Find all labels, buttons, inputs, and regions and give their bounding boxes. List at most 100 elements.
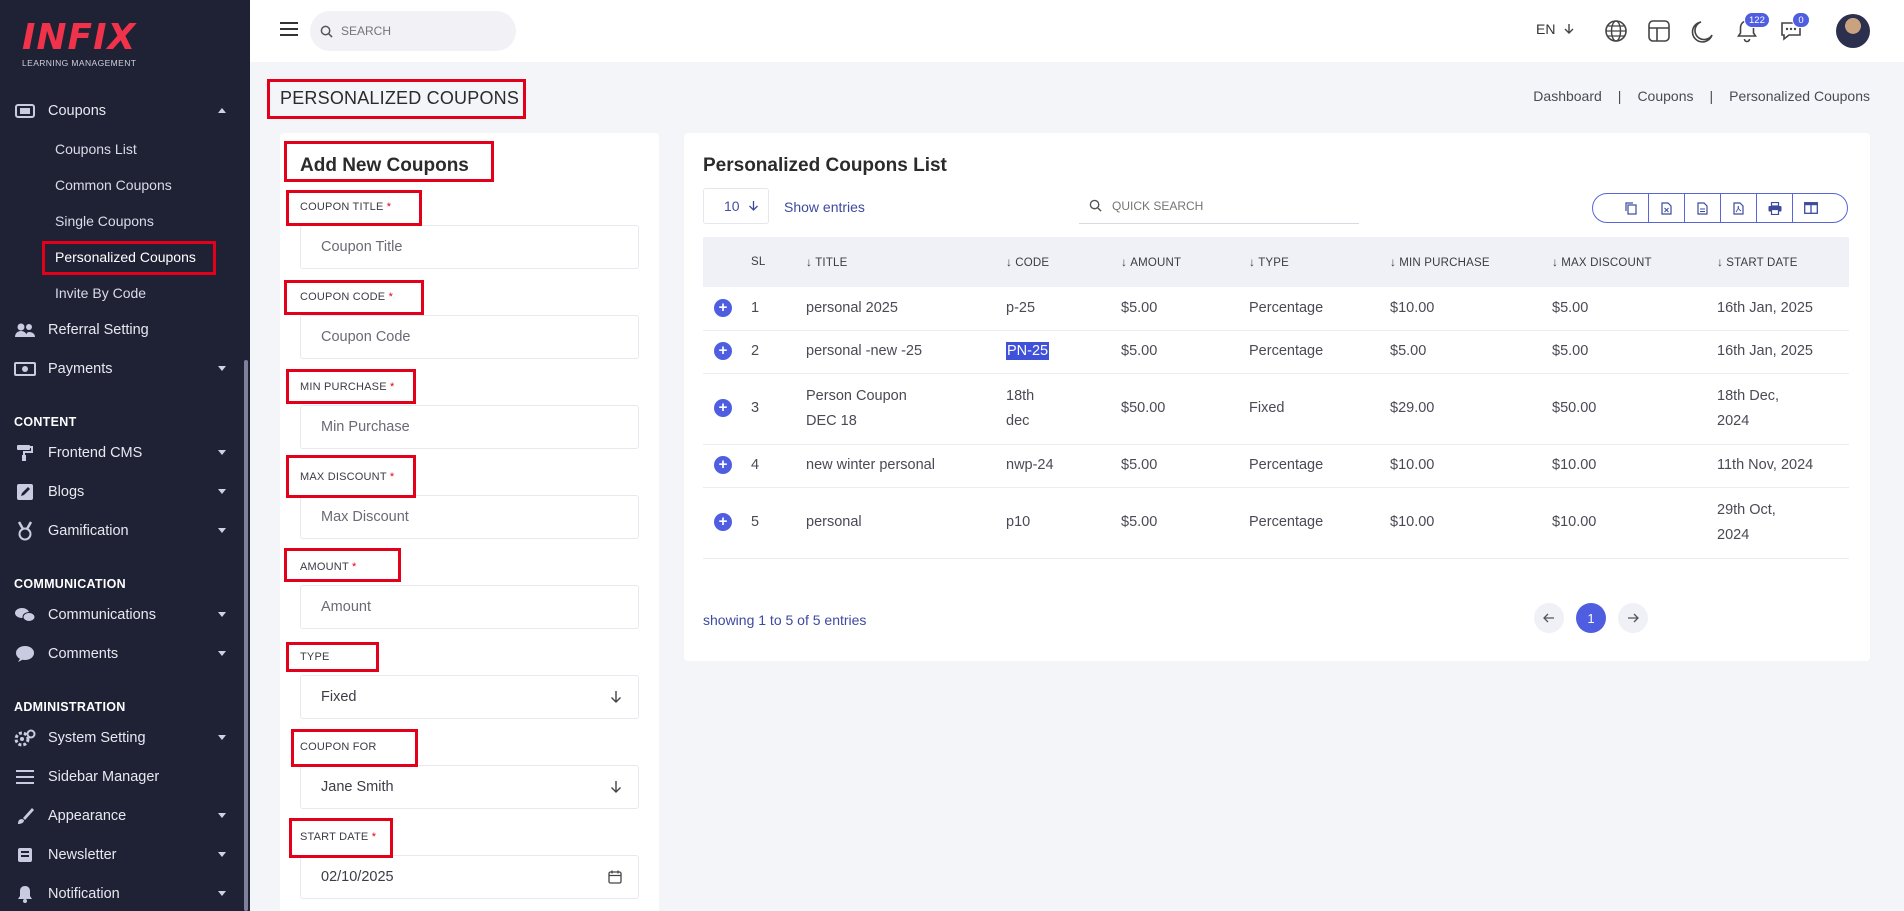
sidebar-subitem-common-coupons[interactable]: Common Coupons: [55, 174, 172, 196]
csv-button[interactable]: [1685, 194, 1721, 222]
sidebar-item-comments[interactable]: Comments: [14, 640, 234, 668]
cell-sl: 1: [751, 287, 806, 331]
coupon-title-field[interactable]: Coupon Title: [300, 225, 639, 269]
excel-button[interactable]: [1649, 194, 1685, 222]
expand-cell[interactable]: +: [703, 444, 751, 488]
chevron-down-icon: [218, 450, 226, 455]
page-button-current[interactable]: 1: [1576, 603, 1606, 633]
quick-search-input[interactable]: [1112, 198, 1312, 213]
column-header-title[interactable]: ↓ TITLE: [806, 237, 1006, 287]
chevron-down-icon: [218, 489, 226, 494]
sidebar-item-communications[interactable]: Communications: [14, 601, 234, 629]
copy-button[interactable]: [1613, 194, 1649, 222]
table-row: + 1 personal 2025 p-25 $5.00 Percentage …: [703, 287, 1849, 331]
sort-arrow-icon: ↓: [1552, 255, 1559, 269]
plus-icon[interactable]: +: [714, 456, 732, 474]
expand-cell[interactable]: +: [703, 373, 751, 445]
start-date-value: 02/10/2025: [321, 869, 394, 885]
next-page-button[interactable]: [1618, 603, 1648, 633]
sidebar-scrollbar[interactable]: [244, 360, 248, 911]
entries-per-page-select[interactable]: 10: [703, 188, 769, 224]
sidebar-item-newsletter[interactable]: Newsletter: [14, 841, 234, 869]
quick-search[interactable]: [1079, 188, 1359, 224]
sidebar-item-referral[interactable]: Referral Setting: [14, 316, 234, 344]
calendar-icon[interactable]: [608, 870, 622, 884]
sidebar-item-notification[interactable]: Notification: [14, 880, 234, 908]
expand-cell[interactable]: +: [703, 487, 751, 559]
cell-title: new winter personal: [806, 444, 1006, 488]
global-search[interactable]: [310, 11, 516, 51]
cell-min-purchase: $5.00: [1390, 330, 1552, 374]
sidebar-item-gamification[interactable]: Gamification: [14, 517, 234, 545]
max-discount-placeholder: Max Discount: [321, 509, 409, 525]
pdf-button[interactable]: [1721, 194, 1757, 222]
globe-icon[interactable]: [1603, 18, 1629, 44]
messages-badge: 0: [1792, 12, 1810, 28]
prev-page-button[interactable]: [1534, 603, 1564, 633]
sidebar-item-blogs[interactable]: Blogs: [14, 478, 234, 506]
breadcrumb-dashboard[interactable]: Dashboard: [1533, 88, 1602, 104]
breadcrumb-current: Personalized Coupons: [1729, 88, 1870, 104]
sidebar-item-coupons[interactable]: Coupons: [14, 97, 234, 125]
sidebar-subitem-invite-by-code[interactable]: Invite By Code: [55, 282, 146, 304]
cell-start-date: 29th Oct, 2024: [1717, 487, 1849, 559]
sidebar-item-label: Newsletter: [48, 847, 117, 863]
chat-bubbles-icon: [14, 606, 36, 624]
column-header-amount[interactable]: ↓ AMOUNT: [1121, 237, 1249, 287]
gears-icon: [14, 729, 36, 747]
sidebar-item-payments[interactable]: Payments: [14, 355, 234, 383]
plus-icon[interactable]: +: [714, 298, 732, 317]
column-header-start-date[interactable]: ↓ START DATE: [1717, 237, 1849, 287]
brand-logo[interactable]: INFIX LEARNING MANAGEMENT: [22, 18, 152, 74]
sidebar-item-frontend-cms[interactable]: Frontend CMS: [14, 439, 234, 467]
min-purchase-field[interactable]: Min Purchase: [300, 405, 639, 449]
sidebar-subitem-coupons-list[interactable]: Coupons List: [55, 138, 137, 160]
columns-button[interactable]: [1793, 194, 1829, 222]
type-select[interactable]: Fixed: [300, 675, 639, 719]
notifications-badge: 122: [1744, 12, 1770, 28]
coupon-code-field[interactable]: Coupon Code: [300, 315, 639, 359]
search-input[interactable]: [341, 24, 501, 38]
sort-arrow-icon: ↓: [1249, 255, 1256, 269]
arrow-down-icon: [1564, 24, 1574, 34]
column-header-type[interactable]: ↓ TYPE: [1249, 237, 1390, 287]
column-header-sl[interactable]: SL: [751, 237, 806, 287]
amount-field[interactable]: Amount: [300, 585, 639, 629]
printer-icon: [1768, 201, 1781, 215]
start-date-field[interactable]: 02/10/2025: [300, 855, 639, 899]
moon-icon[interactable]: [1690, 18, 1716, 44]
language-code: EN: [1536, 21, 1556, 37]
table-header-row: SL ↓ TITLE ↓ CODE ↓ AMOUNT ↓ TYPE ↓ MIN PURCH…: [703, 237, 1849, 287]
column-header-min-purchase[interactable]: ↓ MIN PURCHASE: [1390, 237, 1552, 287]
columns-icon: [1804, 202, 1818, 214]
highlight-box: [284, 280, 424, 315]
sidebar-item-sidebar-manager[interactable]: Sidebar Manager: [14, 763, 234, 791]
column-header-code[interactable]: ↓ CODE: [1006, 237, 1121, 287]
avatar[interactable]: [1836, 14, 1870, 48]
plus-icon[interactable]: +: [714, 513, 732, 531]
menu-toggle-icon[interactable]: [280, 22, 298, 36]
cell-title: personal -new -25: [806, 330, 1006, 374]
breadcrumb: Dashboard | Coupons | Personalized Coupo…: [1533, 88, 1870, 104]
sidebar-item-appearance[interactable]: Appearance: [14, 802, 234, 830]
layout-icon[interactable]: [1646, 18, 1672, 44]
print-button[interactable]: [1757, 194, 1793, 222]
breadcrumb-coupons[interactable]: Coupons: [1637, 88, 1693, 104]
plus-icon[interactable]: +: [714, 342, 732, 360]
column-header-max-discount[interactable]: ↓ MAX DISCOUNT: [1552, 237, 1717, 287]
section-title-content: CONTENT: [14, 415, 77, 429]
sidebar-item-system-setting[interactable]: System Setting: [14, 724, 234, 752]
max-discount-field[interactable]: Max Discount: [300, 495, 639, 539]
expand-cell[interactable]: +: [703, 287, 751, 331]
file-pdf-icon: [1733, 201, 1744, 215]
plus-icon[interactable]: +: [714, 399, 732, 417]
table-row: + 2 personal -new -25 PN-25 $5.00 Percen…: [703, 330, 1849, 374]
coupon-for-select[interactable]: Jane Smith: [300, 765, 639, 809]
chevron-down-icon: [218, 651, 226, 656]
expand-cell[interactable]: +: [703, 330, 751, 374]
sidebar-subitem-single-coupons[interactable]: Single Coupons: [55, 210, 154, 232]
cell-type: Percentage: [1249, 287, 1390, 331]
arrow-down-icon: [748, 201, 758, 211]
language-selector[interactable]: EN: [1536, 21, 1575, 37]
file-text-icon: [1697, 201, 1708, 215]
